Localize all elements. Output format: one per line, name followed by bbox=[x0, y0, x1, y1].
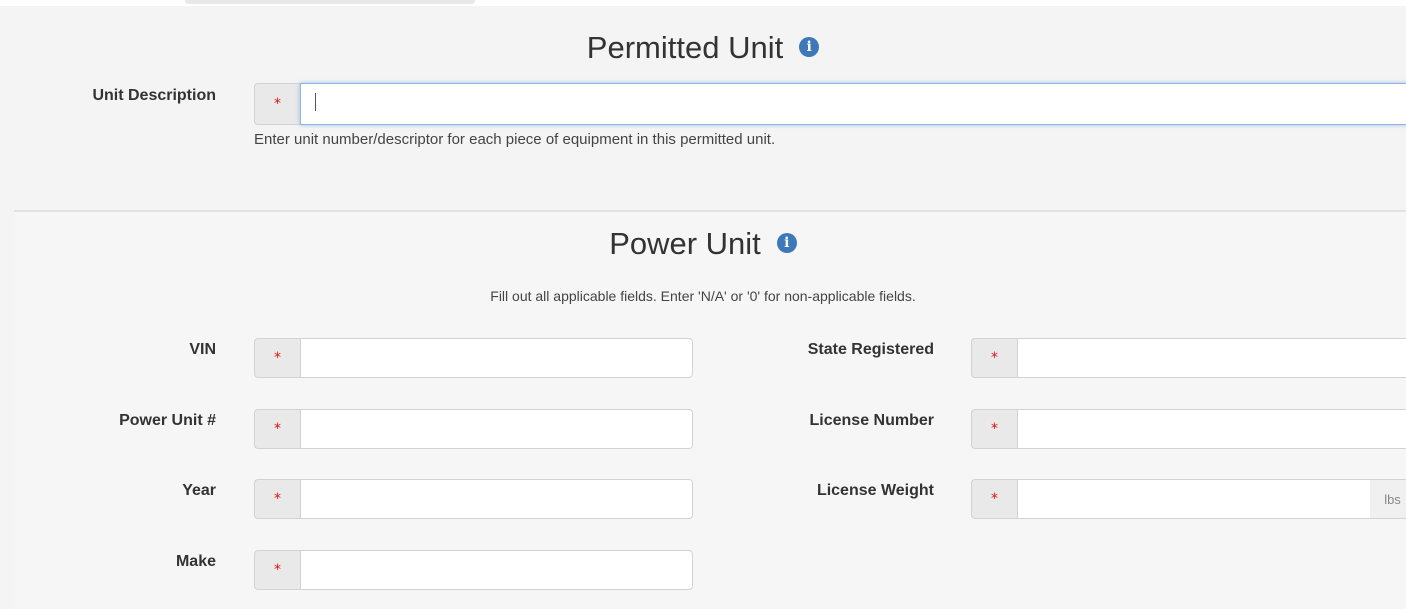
required-addon: * bbox=[971, 479, 1017, 519]
power-unit-number-field: * bbox=[254, 409, 693, 449]
permitted-unit-heading: Permitted Unit i bbox=[0, 30, 1406, 66]
lbs-unit-addon: lbs bbox=[1370, 479, 1406, 519]
required-star: * bbox=[274, 350, 281, 366]
license-weight-field: * lbs bbox=[971, 479, 1406, 519]
make-input[interactable] bbox=[300, 550, 693, 590]
state-registered-label: State Registered bbox=[807, 341, 934, 358]
required-star: * bbox=[274, 96, 281, 112]
power-unit-title: Power Unit bbox=[609, 226, 761, 261]
license-weight-label: License Weight bbox=[816, 482, 934, 499]
license-weight-input[interactable] bbox=[1017, 479, 1370, 519]
top-strip bbox=[0, 0, 1406, 6]
section-divider bbox=[14, 210, 1406, 212]
state-registered-input[interactable] bbox=[1017, 338, 1406, 378]
permitted-unit-title: Permitted Unit bbox=[586, 30, 784, 65]
power-unit-number-input[interactable] bbox=[300, 409, 693, 449]
license-number-label: License Number bbox=[809, 412, 934, 429]
make-label: Make bbox=[175, 553, 216, 570]
info-circle-icon[interactable]: i bbox=[799, 36, 820, 57]
license-number-input[interactable] bbox=[1017, 409, 1406, 449]
required-addon: * bbox=[254, 479, 300, 519]
required-star: * bbox=[991, 350, 998, 366]
required-addon: * bbox=[254, 409, 300, 449]
vin-field: * bbox=[254, 338, 693, 378]
required-star: * bbox=[274, 421, 281, 437]
year-input[interactable] bbox=[300, 479, 693, 519]
unit-description-label: Unit Description bbox=[92, 87, 216, 104]
state-registered-field: * bbox=[971, 338, 1406, 378]
required-star: * bbox=[274, 562, 281, 578]
power-unit-heading: Power Unit i bbox=[0, 226, 1406, 262]
required-addon: * bbox=[971, 338, 1017, 378]
required-addon: * bbox=[254, 83, 300, 125]
required-addon: * bbox=[971, 409, 1017, 449]
required-addon: * bbox=[254, 550, 300, 590]
license-number-field: * bbox=[971, 409, 1406, 449]
year-label: Year bbox=[182, 482, 216, 499]
unit-description-input[interactable] bbox=[300, 83, 1406, 125]
unit-description-field: * bbox=[254, 83, 1406, 125]
text-cursor bbox=[315, 93, 316, 111]
power-unit-number-label: Power Unit # bbox=[119, 412, 216, 429]
unit-description-help: Enter unit number/descriptor for each pi… bbox=[254, 131, 776, 148]
required-star: * bbox=[991, 491, 998, 507]
header-remnant bbox=[185, 0, 475, 4]
info-circle-icon[interactable]: i bbox=[776, 232, 797, 253]
vin-input[interactable] bbox=[300, 338, 693, 378]
required-star: * bbox=[991, 421, 998, 437]
required-star: * bbox=[274, 491, 281, 507]
vin-label: VIN bbox=[189, 341, 216, 358]
page: Permitted Unit i Unit Description * Enter… bbox=[0, 0, 1406, 609]
required-addon: * bbox=[254, 338, 300, 378]
year-field: * bbox=[254, 479, 693, 519]
power-unit-subtitle: Fill out all applicable fields. Enter 'N… bbox=[490, 288, 916, 304]
make-field: * bbox=[254, 550, 693, 590]
